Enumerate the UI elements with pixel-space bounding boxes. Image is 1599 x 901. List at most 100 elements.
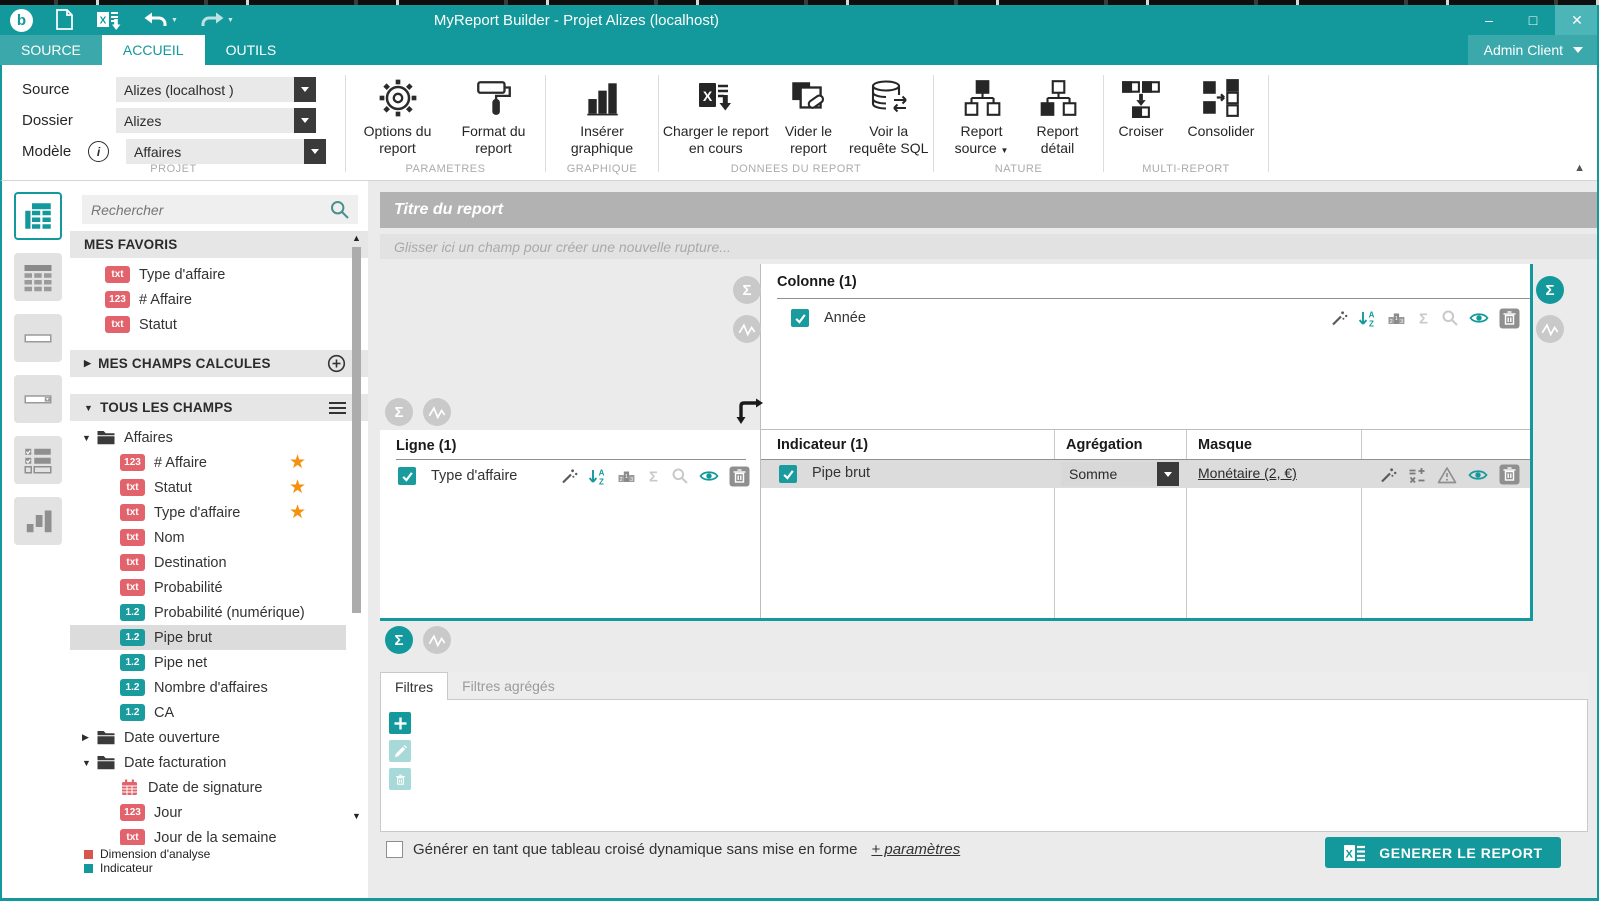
sigma-icon[interactable]: Σ <box>646 467 661 486</box>
menu-icon[interactable] <box>329 401 346 415</box>
report-type-table-button[interactable] <box>14 253 62 301</box>
eye-icon[interactable] <box>1469 309 1489 327</box>
expanded-caret-icon[interactable]: ▼ <box>82 758 94 768</box>
trash-icon[interactable] <box>729 466 750 487</box>
search-icon[interactable] <box>1441 309 1459 327</box>
undo-dropdown-caret[interactable]: ▼ <box>171 17 178 24</box>
folder-item[interactable]: ▶ Date ouverture <box>70 725 346 750</box>
modele-select[interactable]: Affaires <box>126 139 326 164</box>
field-item[interactable]: txt Type d'affaire ★ <box>70 500 346 525</box>
dropdown-caret-icon[interactable] <box>294 108 316 133</box>
field-item[interactable]: 123 # Affaire ★ <box>70 450 346 475</box>
add-filter-button[interactable] <box>389 712 411 734</box>
ranking-icon[interactable]: 213 <box>617 467 636 485</box>
checkbox-checked-icon[interactable] <box>398 467 416 485</box>
parameters-link[interactable]: + paramètres <box>871 841 960 858</box>
report-type-chart-button[interactable] <box>14 497 62 545</box>
search-icon[interactable] <box>329 199 350 220</box>
search-box[interactable] <box>82 195 358 224</box>
report-type-dropdown-button[interactable] <box>14 375 62 423</box>
myreport-logo-icon[interactable]: b <box>10 8 33 32</box>
sigma-toggle-icon[interactable]: Σ <box>385 626 413 654</box>
favorite-star-icon[interactable]: ★ <box>289 503 306 522</box>
sigma-toggle-icon[interactable]: Σ <box>733 276 761 304</box>
excel-export-icon[interactable]: X <box>96 9 122 31</box>
field-item[interactable]: 1.2 Pipe net <box>70 650 346 675</box>
field-item[interactable]: 123 Jour <box>70 800 346 825</box>
tab-accueil[interactable]: ACCUEIL <box>101 35 205 65</box>
field-item[interactable]: txt Jour de la semaine <box>70 825 346 845</box>
field-item[interactable]: 1.2 Nombre d'affaires <box>70 675 346 700</box>
evolution-toggle-icon[interactable] <box>1536 315 1564 343</box>
sigma-toggle-icon[interactable]: Σ <box>385 398 413 426</box>
scroll-up-icon[interactable]: ▲ <box>350 233 363 243</box>
format-report-button[interactable]: Format du report <box>448 73 540 157</box>
eye-icon[interactable] <box>1468 466 1488 484</box>
favorite-field-item[interactable]: txt Type d'affaire <box>70 262 346 287</box>
consolider-button[interactable]: Consolider <box>1178 73 1264 140</box>
field-item[interactable]: txt Statut ★ <box>70 475 346 500</box>
sort-az-icon[interactable]: AZ <box>588 467 607 486</box>
sort-az-icon[interactable]: AZ <box>1358 309 1377 328</box>
eye-icon[interactable] <box>699 467 719 485</box>
close-button[interactable]: ✕ <box>1555 5 1599 35</box>
report-type-cell-button[interactable] <box>14 314 62 362</box>
search-input[interactable] <box>82 200 329 219</box>
favorite-field-item[interactable]: 123 # Affaire <box>70 287 346 312</box>
aggregation-select[interactable]: Somme <box>1061 462 1179 486</box>
colonne-row-annee[interactable]: Année AZ213Σ <box>761 304 1530 332</box>
warning-icon[interactable] <box>1437 466 1457 484</box>
search-icon[interactable] <box>671 467 689 485</box>
collapse-ribbon-icon[interactable]: ▲ <box>1574 162 1585 174</box>
dossier-select[interactable]: Alizes <box>116 108 316 133</box>
field-item[interactable]: 1.2 Probabilité (numérique) <box>70 600 346 625</box>
tab-filtres-agreges[interactable]: Filtres agrégés <box>448 672 569 700</box>
report-source-button[interactable]: Report source ▼ <box>945 73 1019 157</box>
scrollbar-thumb[interactable] <box>352 247 361 613</box>
field-item[interactable]: 1.2 Pipe brut <box>70 625 346 650</box>
report-title-bar[interactable]: Titre du report <box>380 192 1599 228</box>
report-type-crosstab-button[interactable] <box>14 192 62 240</box>
dropdown-caret-icon[interactable] <box>1157 462 1179 486</box>
view-sql-button[interactable]: Voir la requête SQL <box>844 73 933 157</box>
options-report-button[interactable]: Options du report <box>352 73 444 157</box>
favorite-star-icon[interactable]: ★ <box>289 453 306 472</box>
add-calculated-field-icon[interactable] <box>327 354 346 373</box>
minimize-button[interactable]: – <box>1467 5 1511 35</box>
collapsed-caret-icon[interactable]: ▶ <box>82 732 94 743</box>
field-item[interactable]: txt Destination <box>70 550 346 575</box>
dropdown-caret-icon[interactable] <box>304 139 326 164</box>
checkbox-checked-icon[interactable] <box>791 309 809 327</box>
expanded-caret-icon[interactable]: ▼ <box>82 433 94 443</box>
sigma-toggle-icon[interactable]: Σ <box>1536 276 1564 304</box>
evolution-toggle-icon[interactable] <box>423 626 451 654</box>
load-current-report-button[interactable]: X Charger le report en cours <box>659 73 773 157</box>
magic-wand-icon[interactable] <box>1379 466 1397 484</box>
report-type-checklist-button[interactable] <box>14 436 62 484</box>
ranking-icon[interactable]: 213 <box>1387 309 1406 327</box>
sigma-icon[interactable]: Σ <box>1416 309 1431 328</box>
field-item[interactable]: txt Nom <box>70 525 346 550</box>
magic-wand-icon[interactable] <box>1330 309 1348 327</box>
all-fields-header[interactable]: ▼ TOUS LES CHAMPS <box>70 394 368 421</box>
trash-icon[interactable] <box>1499 308 1520 329</box>
checkbox-checked-icon[interactable] <box>779 465 797 483</box>
evolution-toggle-icon[interactable] <box>423 398 451 426</box>
redo-button[interactable]: ▼ <box>200 10 234 30</box>
field-item[interactable]: txt Probabilité <box>70 575 346 600</box>
field-item[interactable]: 1.2 CA <box>70 700 346 725</box>
field-item[interactable]: Date de signature <box>70 775 346 800</box>
formula-icon[interactable] <box>1408 466 1426 484</box>
info-icon[interactable]: i <box>88 141 109 162</box>
fields-scrollbar[interactable]: ▲ ▼ <box>350 233 363 843</box>
maximize-button[interactable]: □ <box>1511 5 1555 35</box>
favorite-star-icon[interactable]: ★ <box>289 478 306 497</box>
user-menu[interactable]: Admin Client <box>1467 35 1599 65</box>
new-report-icon[interactable] <box>55 9 74 31</box>
insert-chart-button[interactable]: Insérer graphique <box>556 73 648 157</box>
rupture-dropzone[interactable]: Glisser ici un champ pour créer une nouv… <box>380 234 1599 259</box>
favorites-header[interactable]: MES FAVORIS <box>70 231 368 258</box>
folder-item[interactable]: ▼ Affaires <box>70 425 346 450</box>
trash-icon[interactable] <box>1499 464 1520 485</box>
clear-report-button[interactable]: Vider le report <box>777 73 841 157</box>
